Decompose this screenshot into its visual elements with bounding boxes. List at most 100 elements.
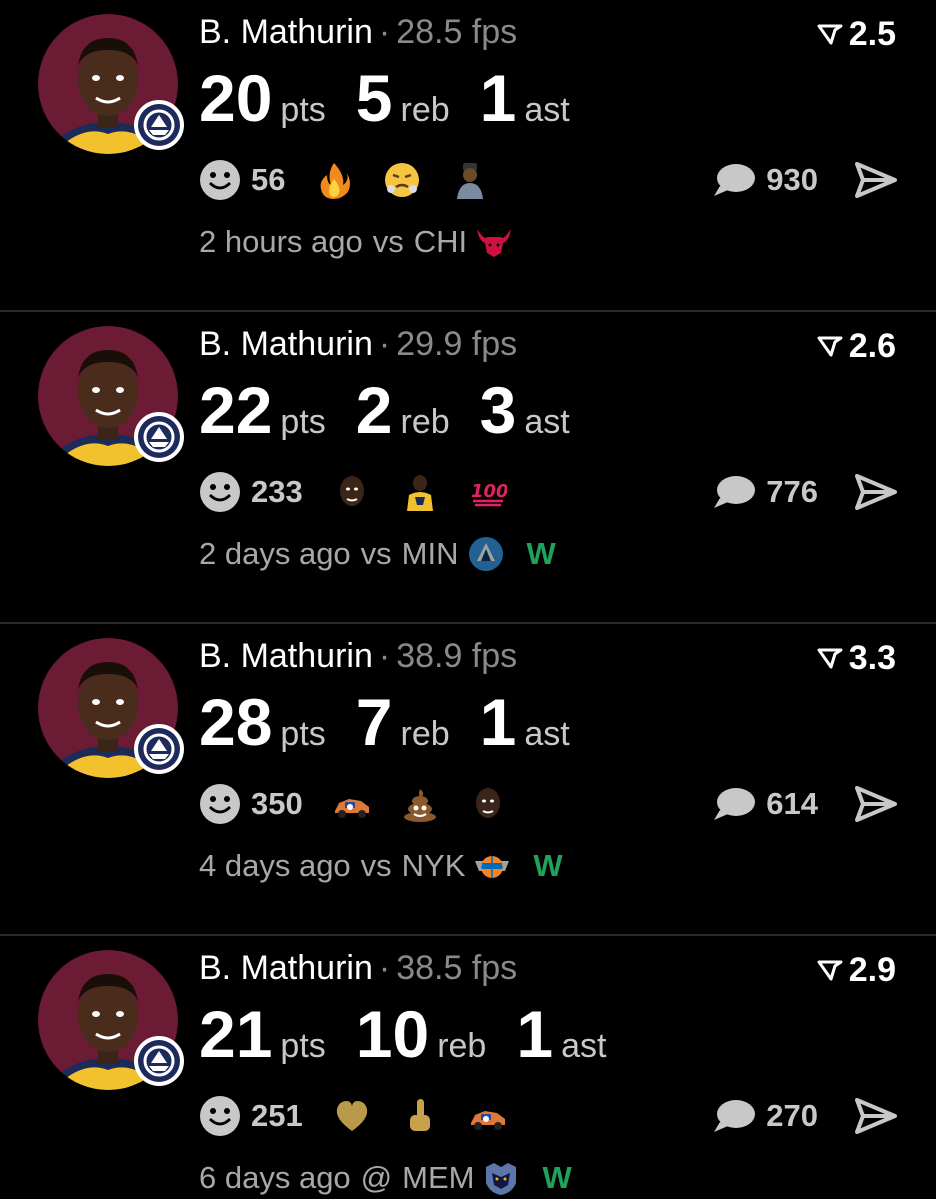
reactions-bar: 251 — [199, 1094, 537, 1138]
reactions-bar: 233 100 — [199, 470, 537, 514]
comment-bubble-icon — [714, 476, 756, 508]
fps-value: 38.5 fps — [396, 949, 518, 987]
share-icon[interactable] — [854, 1096, 898, 1136]
stat-line: 20 pts 5 reb 1 ast — [199, 58, 600, 138]
line-number: 2.6 — [848, 327, 896, 365]
team-badge-icon — [134, 724, 184, 774]
player-emoji[interactable] — [401, 473, 439, 511]
opponent-team[interactable]: MEM — [402, 1160, 474, 1196]
team-badge-icon — [134, 100, 184, 150]
knicks-logo — [473, 847, 511, 885]
points-label: pts — [280, 403, 326, 441]
opponent-team[interactable]: MIN — [402, 536, 459, 572]
points-value: 28 — [199, 685, 273, 759]
separator-dot: · — [378, 949, 391, 987]
game-feed: B. Mathurin · 28.5 fps 2.5 20 pts 5 reb 1 … — [0, 0, 936, 1199]
share-icon[interactable] — [854, 160, 898, 200]
comments-button[interactable]: 614 — [712, 782, 818, 826]
game-card[interactable]: B. Mathurin · 38.9 fps 3.3 28 pts 7 reb 1 … — [0, 624, 936, 936]
rebounds-label: reb — [437, 1027, 487, 1065]
line-arrow-icon — [817, 960, 843, 981]
line-value[interactable]: 2.5 — [817, 14, 896, 54]
bulls-logo — [475, 223, 513, 261]
game-card[interactable]: B. Mathurin · 28.5 fps 2.5 20 pts 5 reb 1 … — [0, 0, 936, 312]
game-result: W — [533, 848, 563, 883]
team-badge-icon — [134, 1036, 184, 1086]
opponent-prefix: @ — [360, 1160, 393, 1195]
hundred-emoji[interactable]: 100 — [469, 473, 507, 511]
card-header: B. Mathurin · 38.5 fps — [199, 948, 517, 988]
points-value: 22 — [199, 373, 273, 447]
player-name[interactable]: B. Mathurin — [199, 13, 373, 51]
rebounds-value: 10 — [355, 997, 430, 1071]
line-value[interactable]: 2.9 — [817, 950, 896, 990]
card-header: B. Mathurin · 29.9 fps — [199, 324, 517, 364]
reactions-count: 56 — [251, 162, 286, 197]
person-emoji[interactable] — [451, 161, 489, 199]
assists-label: ast — [524, 715, 570, 753]
smiley-react-icon[interactable] — [199, 783, 241, 825]
reactions-count: 233 — [251, 474, 303, 509]
assists-value: 1 — [479, 61, 517, 135]
gold-heart-emoji[interactable] — [333, 1097, 371, 1135]
time-ago: 6 days ago — [199, 1160, 351, 1195]
card-header: B. Mathurin · 38.9 fps — [199, 636, 517, 676]
fps-value: 28.5 fps — [396, 13, 518, 51]
share-icon[interactable] — [854, 472, 898, 512]
points-label: pts — [280, 715, 326, 753]
race-car-emoji[interactable] — [469, 1097, 507, 1135]
assists-value: 1 — [479, 685, 517, 759]
points-value: 20 — [199, 61, 273, 135]
fire-emoji[interactable] — [315, 161, 353, 199]
comments-count: 776 — [766, 474, 818, 509]
smiley-react-icon[interactable] — [199, 471, 241, 513]
stat-line: 22 pts 2 reb 3 ast — [199, 370, 600, 450]
rebounds-value: 2 — [355, 373, 393, 447]
game-meta: 2 days ago vs MIN W — [199, 534, 556, 574]
reactions-count: 251 — [251, 1098, 303, 1133]
reactions-count: 350 — [251, 786, 303, 821]
share-icon[interactable] — [854, 784, 898, 824]
points-label: pts — [280, 91, 326, 129]
opponent-team[interactable]: CHI — [414, 224, 467, 260]
assists-value: 1 — [516, 997, 554, 1071]
player-face-emoji[interactable] — [333, 473, 371, 511]
comments-button[interactable]: 930 — [712, 158, 818, 202]
game-meta: 6 days ago @ MEM W — [199, 1158, 572, 1198]
timberwolves-logo — [467, 535, 505, 573]
comments-count: 270 — [766, 1098, 818, 1133]
line-number: 2.5 — [848, 15, 896, 53]
assists-value: 3 — [479, 373, 517, 447]
race-car-emoji[interactable] — [333, 785, 371, 823]
card-header: B. Mathurin · 28.5 fps — [199, 12, 517, 52]
separator-dot: · — [378, 13, 391, 51]
comments-button[interactable]: 270 — [712, 1094, 818, 1138]
game-card[interactable]: B. Mathurin · 38.5 fps 2.9 21 pts 10 reb 1… — [0, 936, 936, 1199]
fps-value: 38.9 fps — [396, 637, 518, 675]
comments-count: 930 — [766, 162, 818, 197]
smiley-react-icon[interactable] — [199, 1095, 241, 1137]
gold-finger-emoji[interactable] — [401, 1097, 439, 1135]
time-ago: 2 hours ago — [199, 224, 363, 259]
game-card[interactable]: B. Mathurin · 29.9 fps 2.6 22 pts 2 reb 3 … — [0, 312, 936, 624]
poop-emoji[interactable] — [401, 785, 439, 823]
opponent-team[interactable]: NYK — [402, 848, 466, 884]
player-name[interactable]: B. Mathurin — [199, 949, 373, 987]
line-value[interactable]: 3.3 — [817, 638, 896, 678]
game-meta: 2 hours ago vs CHI — [199, 222, 513, 262]
line-value[interactable]: 2.6 — [817, 326, 896, 366]
assists-label: ast — [524, 403, 570, 441]
player-name[interactable]: B. Mathurin — [199, 325, 373, 363]
steam-face-emoji[interactable] — [383, 161, 421, 199]
comments-button[interactable]: 776 — [712, 470, 818, 514]
player-face-emoji[interactable] — [469, 785, 507, 823]
player-name[interactable]: B. Mathurin — [199, 637, 373, 675]
points-value: 21 — [199, 997, 273, 1071]
line-arrow-icon — [817, 648, 843, 669]
rebounds-label: reb — [400, 403, 450, 441]
line-number: 3.3 — [848, 639, 896, 677]
assists-label: ast — [524, 91, 570, 129]
smiley-react-icon[interactable] — [199, 159, 241, 201]
rebounds-value: 7 — [355, 685, 393, 759]
grizzlies-logo — [482, 1159, 520, 1197]
